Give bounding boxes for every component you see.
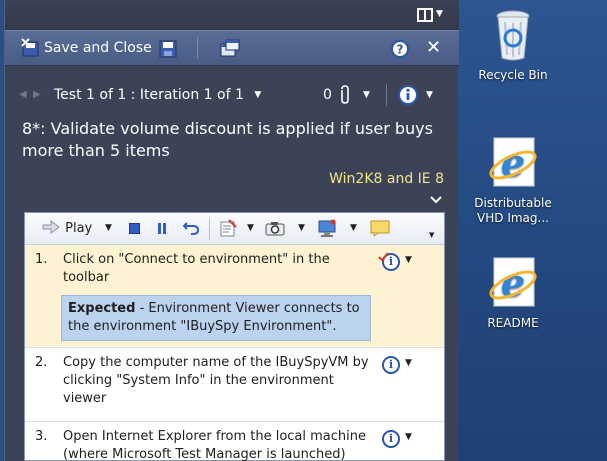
test-configuration: Win2K8 and IE 8 — [329, 171, 444, 187]
navigation-row: ◀ ▶ Test 1 of 1 : Iteration 1 of 1 ▼ 0 ▼… — [5, 80, 459, 112]
undo-icon[interactable] — [182, 220, 200, 240]
expected-label: Expected — [68, 301, 136, 316]
play-label: Play — [65, 221, 93, 236]
camera-icon[interactable] — [265, 221, 285, 240]
recycle-bin-label: Recycle Bin — [478, 68, 548, 82]
chevron-down-icon: ▼ — [405, 358, 412, 368]
step-number: 2. — [35, 355, 48, 370]
steps-toolbar-separator — [209, 218, 210, 240]
info-result-icon: i — [382, 356, 400, 374]
help-icon[interactable]: ? — [391, 40, 409, 62]
step-result-selector[interactable]: i ▼ — [382, 428, 412, 448]
info-result-icon: i — [382, 430, 400, 448]
step-action-text: Copy the computer name of the IBuySpyVM … — [63, 355, 369, 406]
test-progress-selector[interactable]: Test 1 of 1 : Iteration 1 of 1 ▼ — [54, 87, 261, 103]
desktop: Recycle Bin e Distributable VHD Imag... … — [458, 0, 607, 461]
step-result-selector[interactable]: i ▼ — [382, 354, 412, 374]
test-runner-panel: ▼ Save and Close ? ✕ ◀ ▶ Test 1 of 1: I… — [4, 0, 459, 461]
test-step-row[interactable]: 1. Click on "Connect to environment" in … — [25, 245, 444, 348]
readme-shortcut[interactable]: e README — [458, 256, 568, 331]
distributable-vhd-label: Distributable VHD Imag... — [474, 196, 552, 225]
chevron-down-icon: ▼ — [405, 432, 412, 442]
result-dropdown-icon[interactable]: ▼ — [426, 90, 433, 100]
attachment-dropdown-icon[interactable]: ▼ — [363, 90, 370, 100]
test-step-row[interactable]: 2. Copy the computer name of the IBuySpy… — [25, 348, 444, 422]
next-test-icon[interactable]: ▶ — [33, 89, 41, 100]
system-info-dropdown-icon[interactable]: ▼ — [350, 223, 357, 233]
stop-icon[interactable] — [129, 223, 140, 234]
open-window-icon[interactable] — [220, 39, 240, 61]
fail-result-icon: i — [378, 252, 400, 271]
step-expected-result: Expected - Environment Viewer connects t… — [61, 295, 371, 341]
step-action-text: Open Internet Explorer from the local ma… — [63, 429, 367, 461]
overflow-dropdown-icon[interactable]: ▼ — [429, 231, 434, 239]
step-number: 1. — [35, 252, 48, 267]
nav-separator — [386, 84, 387, 106]
test-step-row[interactable]: 3. Open Internet Explorer from the local… — [25, 422, 444, 461]
info-icon[interactable] — [398, 85, 418, 109]
save-and-close-label: Save and Close — [44, 40, 152, 56]
camera-dropdown-icon[interactable]: ▼ — [298, 223, 305, 233]
chevron-down-icon: ▼ — [254, 90, 262, 100]
layout-toggle-icon[interactable] — [417, 7, 433, 26]
play-dropdown-icon[interactable]: ▼ — [105, 223, 112, 233]
distributable-vhd-shortcut[interactable]: e Distributable VHD Imag... — [452, 136, 574, 226]
steps-toolbar: Play ▼ ▼ ▼ ▼ ▼ — [25, 213, 444, 245]
play-button[interactable]: Play — [41, 219, 92, 236]
close-icon[interactable]: ✕ — [426, 37, 441, 58]
play-icon — [42, 220, 60, 234]
paperclip-icon[interactable] — [338, 85, 350, 109]
readme-label: README — [487, 316, 539, 330]
recycle-bin-shortcut[interactable]: Recycle Bin — [458, 8, 568, 83]
title-strip: ▼ — [5, 0, 459, 30]
layout-dropdown-icon[interactable]: ▼ — [436, 9, 443, 19]
test-steps-pane: Play ▼ ▼ ▼ ▼ ▼ 1. Click on "Connect to e… — [24, 212, 445, 461]
action-log-icon[interactable] — [219, 219, 237, 241]
save-icon[interactable] — [159, 40, 177, 62]
pause-icon[interactable] — [156, 222, 168, 239]
recycle-bin-icon — [493, 8, 533, 62]
step-result-selector[interactable]: i ▼ — [378, 251, 412, 271]
attachment-count: 0 — [323, 87, 332, 103]
test-progress-text: Test 1 of 1 : Iteration 1 of 1 — [54, 87, 244, 103]
save-close-icon — [21, 38, 41, 62]
system-info-icon[interactable] — [317, 219, 337, 241]
comment-icon[interactable] — [370, 220, 390, 240]
previous-test-icon[interactable]: ◀ — [19, 89, 27, 100]
svg-text:?: ? — [397, 43, 404, 57]
internet-explorer-icon: e — [486, 136, 540, 190]
step-number: 3. — [35, 429, 48, 444]
chevron-down-icon: ▼ — [405, 255, 412, 265]
internet-explorer-icon: e — [486, 256, 540, 310]
step-action-text: Click on "Connect to environment" in the… — [63, 252, 330, 285]
toolbar-separator — [197, 37, 198, 59]
test-case-title: 8*: Validate volume discount is applied … — [22, 119, 433, 160]
action-log-dropdown-icon[interactable]: ▼ — [247, 223, 254, 233]
collapse-chevron-icon[interactable] — [430, 193, 442, 208]
main-toolbar: Save and Close ? ✕ — [5, 30, 459, 66]
